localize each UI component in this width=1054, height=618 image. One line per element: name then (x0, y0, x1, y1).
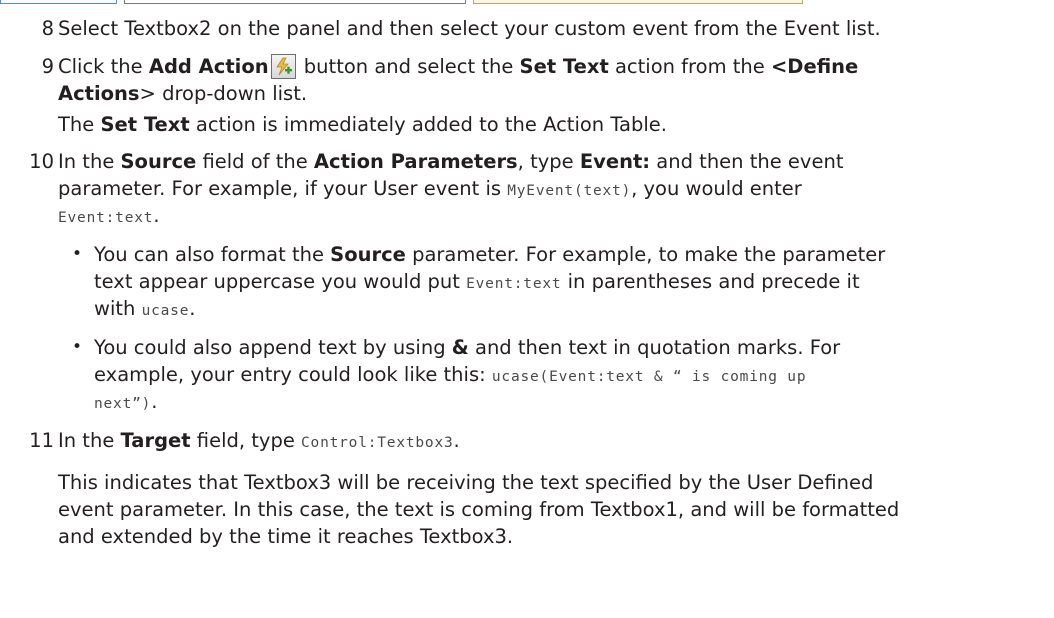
text-run: You could also append text by using (94, 336, 452, 359)
bold-run: <Define (770, 55, 859, 78)
code-run: ucase(Event:text & “ is coming up (491, 369, 807, 385)
bold-run: Source (120, 150, 197, 173)
text-run: parameter. For example, if your User eve… (58, 177, 508, 200)
text-run: , you would enter (631, 177, 802, 200)
cropped-screenshot-frames (0, 0, 1054, 6)
step-11-line-1: In the Target field, type Control:Textbo… (58, 427, 460, 457)
step-11-paragraph-line: event parameter. In this case, the text … (58, 498, 900, 521)
text-run: , type (517, 150, 580, 173)
lightning-plus-icon (275, 57, 292, 76)
bullet-2-line-2: example, your entry could look like this… (94, 361, 806, 391)
text-run: In the (58, 150, 121, 173)
step-number: 9 (41, 55, 54, 78)
bullet-2-line-1: You could also append text by using & an… (94, 334, 840, 361)
step-9-line-2: Actions> drop-down list. (58, 80, 307, 107)
text-run: text appear uppercase you would put (94, 270, 467, 293)
step-9-result: The Set Text action is immediately added… (58, 111, 667, 138)
text-run: with (94, 297, 142, 320)
text-run: . (189, 297, 196, 320)
bullet-dot: • (72, 337, 83, 357)
cropped-frame-right (473, 0, 803, 4)
text-run: example, your entry could look like this… (94, 363, 492, 386)
text-run: Click the (58, 55, 149, 78)
text-run: . (151, 390, 158, 413)
bold-run: Target (120, 429, 191, 452)
bullet-1-line-2: text appear uppercase you would put Even… (94, 268, 860, 298)
code-run: Event:text (58, 210, 154, 226)
text-run: parameter. For example, to make the para… (405, 243, 886, 266)
step-8-text: Select Textbox2 on the panel and then se… (58, 17, 881, 40)
text-run: button and select the (297, 55, 520, 78)
step-11-paragraph-line: This indicates that Textbox3 will be rec… (58, 471, 874, 494)
code-run: Event:text (466, 276, 562, 292)
bullet-1-line-1: You can also format the Source parameter… (94, 241, 885, 268)
step-10-line-3: Event:text. (58, 202, 160, 232)
text-run: action from the (608, 55, 771, 78)
cropped-frame-middle (124, 0, 466, 4)
text-run: . (153, 204, 160, 227)
step-number: 8 (41, 17, 54, 40)
step-10-line-1: In the Source field of the Action Parame… (58, 148, 843, 175)
text-run: field, type (190, 429, 302, 452)
bold-run: Set Text (519, 55, 609, 78)
code-run: next”) (94, 396, 152, 412)
add-action-button[interactable] (270, 54, 296, 79)
bold-run: Actions (58, 82, 140, 105)
bold-run: & (451, 336, 469, 359)
step-10-line-2: parameter. For example, if your User eve… (58, 175, 802, 205)
code-run: Control:Textbox3 (301, 435, 454, 451)
text-run: and then the event (650, 150, 844, 173)
code-run: ucase (141, 303, 190, 319)
code-run: MyEvent(text) (507, 183, 632, 199)
bullet-1-line-3: with ucase. (94, 295, 195, 325)
bullet-dot: • (72, 244, 83, 264)
step-9-line-1: Click the Add Action button and select t… (58, 53, 858, 80)
bold-run: Event: (579, 150, 651, 173)
text-run: > drop-down list. (139, 82, 308, 105)
step-11-paragraph-line: and extended by the time it reaches Text… (58, 525, 514, 548)
text-run: and then text in quotation marks. For (468, 336, 841, 359)
step-number: 10 (29, 150, 54, 173)
bold-run: Action Parameters (313, 150, 518, 173)
text-run: in parentheses and precede it (561, 270, 860, 293)
text-run: The (58, 113, 101, 136)
text-run: . (453, 429, 460, 452)
bold-run: Add Action (148, 55, 269, 78)
text-run: You can also format the (94, 243, 331, 266)
text-run: action is immediately added to the Actio… (189, 113, 667, 136)
text-run: In the (58, 429, 121, 452)
step-number: 11 (29, 429, 54, 452)
bullet-2-line-3: next”). (94, 388, 157, 418)
bold-run: Set Text (100, 113, 190, 136)
cropped-frame-left (0, 0, 117, 4)
bold-run: Source (330, 243, 406, 266)
text-run: field of the (196, 150, 314, 173)
